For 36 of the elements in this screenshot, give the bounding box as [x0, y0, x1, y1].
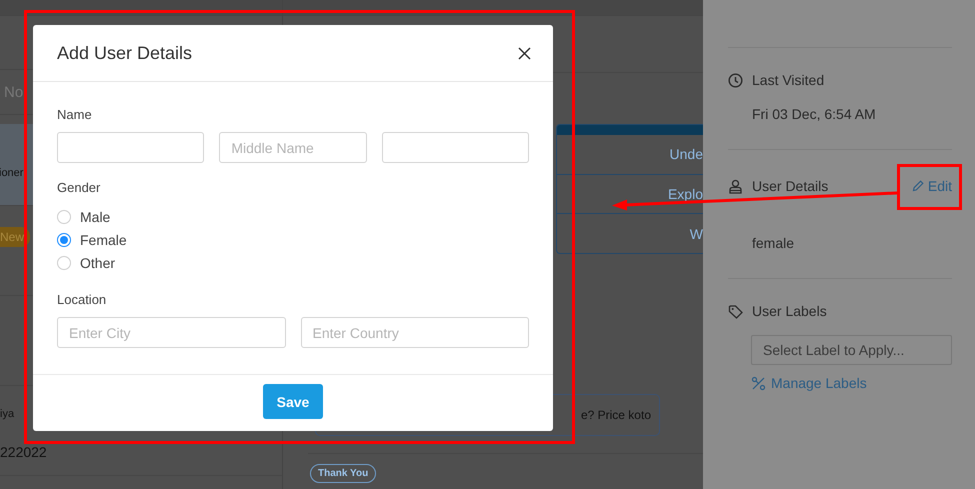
location-input[interactable]: Enter Country — [300, 317, 529, 348]
field-label: Name — [57, 107, 93, 122]
radio-button[interactable] — [57, 210, 71, 224]
section-title: Last Visited — [752, 72, 826, 88]
contact-phone: 222022 — [0, 444, 48, 460]
name-input[interactable]: Middle Name — [219, 132, 367, 163]
name-input[interactable] — [382, 132, 529, 163]
edit-link[interactable]: Edit — [912, 178, 952, 194]
tag-icon — [728, 304, 743, 318]
manage-labels-link[interactable]: Manage Labels — [751, 375, 867, 391]
field-label: Gender — [57, 180, 102, 195]
radio-button[interactable] — [57, 256, 71, 270]
section-value: female — [752, 235, 796, 251]
radio-label: Other — [80, 255, 116, 271]
highlight-frame — [897, 164, 962, 210]
name-input[interactable] — [57, 132, 204, 163]
contact-name: ioner — [0, 166, 24, 178]
radio-label: Male — [80, 209, 110, 225]
quick-reply-chip[interactable]: Thank You — [310, 464, 376, 483]
option-button[interactable]: W — [557, 214, 703, 253]
close-icon[interactable] — [518, 46, 531, 60]
contact-name: iya — [0, 408, 16, 420]
radio-label: Female — [80, 232, 127, 248]
radio-button[interactable] — [57, 233, 71, 247]
section-value: Fri 03 Dec, 6:54 AM — [752, 106, 877, 122]
section-title: User Labels — [752, 303, 828, 319]
pencil-icon — [912, 180, 924, 192]
clock-icon — [728, 72, 743, 88]
save-button[interactable]: Save — [263, 384, 323, 419]
scissors-icon — [751, 376, 766, 390]
location-input[interactable]: Enter City — [57, 317, 286, 348]
section-title: User Details — [752, 178, 830, 194]
person-icon — [728, 178, 743, 194]
field-label: Location — [57, 292, 108, 307]
modal-title: Add User Details — [57, 42, 194, 64]
label-select[interactable]: Select Label to Apply... — [751, 335, 952, 365]
